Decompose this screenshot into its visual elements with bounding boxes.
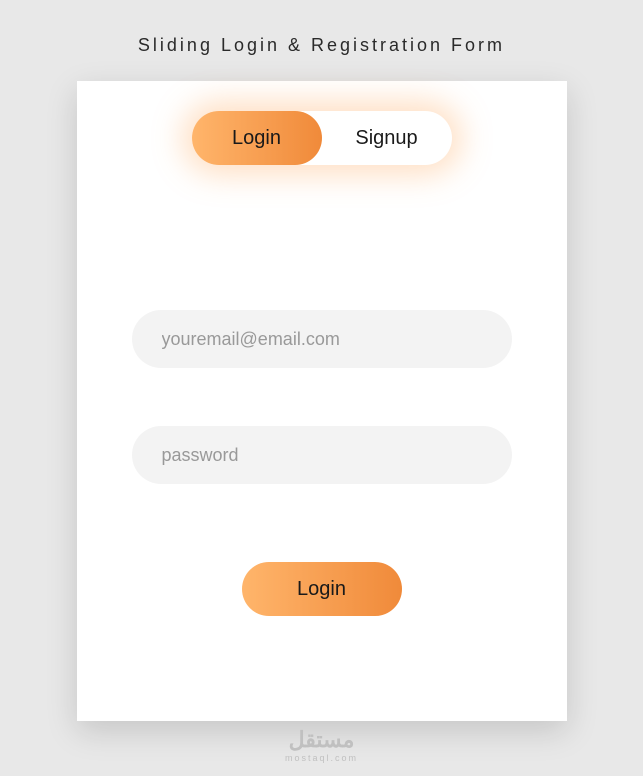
login-form: Login — [77, 310, 567, 616]
tab-signup[interactable]: Signup — [322, 127, 452, 150]
tab-switcher: Login Signup — [192, 111, 452, 165]
tab-login[interactable]: Login — [192, 127, 322, 150]
page-title: Sliding Login & Registration Form — [138, 35, 505, 56]
password-field[interactable] — [132, 426, 512, 484]
login-button[interactable]: Login — [242, 562, 402, 616]
email-field[interactable] — [132, 310, 512, 368]
watermark-logo: مستقل — [285, 727, 358, 753]
watermark-url: mostaql.com — [285, 753, 358, 764]
watermark: مستقل mostaql.com — [285, 727, 358, 764]
form-card: Login Signup Login — [77, 81, 567, 721]
